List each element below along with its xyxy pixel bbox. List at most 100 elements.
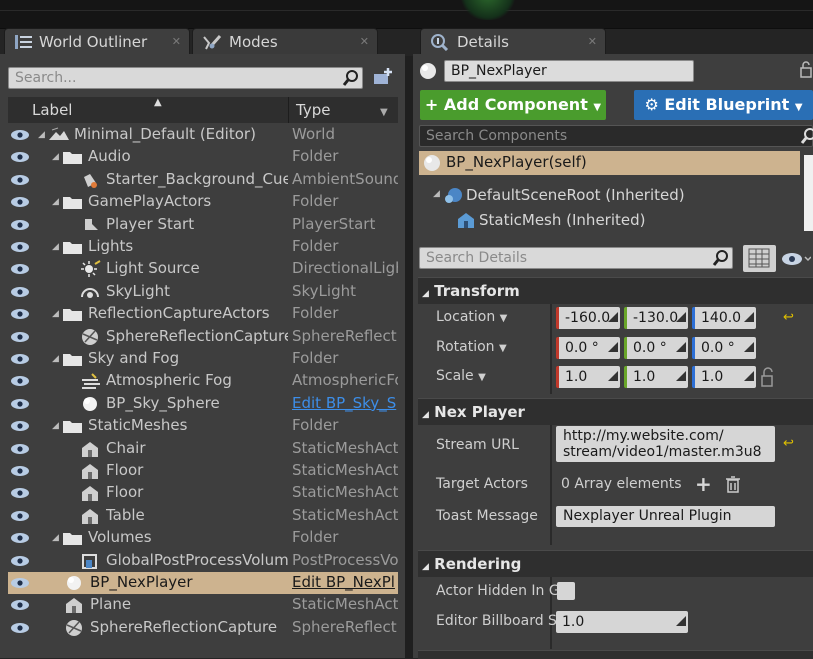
nex-player-section-header[interactable]: ◢ Nex Player xyxy=(418,398,813,425)
spin-icon[interactable] xyxy=(744,371,754,381)
spin-icon[interactable] xyxy=(608,371,618,381)
plus-icon[interactable]: + xyxy=(695,472,712,496)
outliner-row[interactable]: ◢ ReflectionCaptureActors Folder xyxy=(8,303,398,325)
reset-to-default-icon[interactable]: ↩ xyxy=(783,436,794,451)
expand-arrow-icon[interactable]: ◢ xyxy=(52,533,59,543)
actor-hidden-checkbox[interactable] xyxy=(557,582,575,600)
add-component-button[interactable]: + Add Component ▼ xyxy=(420,90,606,120)
visibility-eye-icon[interactable] xyxy=(10,307,32,321)
actor-name-field[interactable]: BP_NexPlayer xyxy=(444,60,694,82)
stream-url-field[interactable]: http://my.website.com/ stream/video1/mas… xyxy=(556,426,775,462)
location-y-field[interactable]: -130.0 xyxy=(624,307,688,329)
reset-to-default-icon[interactable]: ↩ xyxy=(783,310,794,325)
spin-icon[interactable] xyxy=(608,312,618,322)
visibility-eye-icon[interactable] xyxy=(10,374,32,388)
spin-icon[interactable] xyxy=(744,342,754,352)
visibility-eye-icon[interactable] xyxy=(10,554,32,568)
outliner-row[interactable]: Plane StaticMeshActo xyxy=(8,594,398,616)
expand-arrow-icon[interactable]: ◢ xyxy=(38,130,45,140)
close-icon[interactable]: ✕ xyxy=(172,35,181,48)
visibility-eye-icon[interactable] xyxy=(10,576,32,590)
rendering-section-header[interactable]: ◢ Rendering xyxy=(418,550,813,577)
outliner-row[interactable]: SphereReflectionCapture1 SphereReflectic xyxy=(8,326,398,348)
outliner-row[interactable]: SphereReflectionCapture SphereReflectic xyxy=(8,617,398,639)
visibility-eye-icon[interactable] xyxy=(10,150,32,164)
rotation-z-field[interactable]: 0.0 ° xyxy=(692,337,756,359)
lock-icon[interactable] xyxy=(799,60,813,78)
visibility-eye-icon[interactable] xyxy=(10,218,32,232)
spin-icon[interactable] xyxy=(676,616,686,626)
outliner-row[interactable]: BP_NexPlayer Edit BP_NexPl xyxy=(8,572,398,594)
column-label-header[interactable]: Label xyxy=(32,101,72,119)
visibility-eye-icon[interactable] xyxy=(10,195,32,209)
expand-arrow-icon[interactable]: ◢ xyxy=(52,152,59,162)
close-icon[interactable]: ✕ xyxy=(360,35,369,48)
visibility-eye-icon[interactable] xyxy=(10,128,32,142)
outliner-row[interactable]: ◢ Lights Folder xyxy=(8,236,398,258)
add-folder-icon[interactable] xyxy=(372,66,396,88)
edit-blueprint-link[interactable]: Edit BP_NexPl xyxy=(292,573,398,591)
visibility-eye-icon[interactable] xyxy=(10,262,32,276)
visibility-eye-icon[interactable] xyxy=(10,285,32,299)
scale-lock-icon[interactable] xyxy=(760,366,778,388)
tab-modes[interactable]: Modes ✕ xyxy=(192,28,378,54)
spin-icon[interactable] xyxy=(676,342,686,352)
outliner-search-input[interactable] xyxy=(8,67,363,89)
outliner-row[interactable]: Starter_Background_Cue AmbientSound xyxy=(8,169,398,191)
outliner-row[interactable]: SkyLight SkyLight xyxy=(8,281,398,303)
trash-icon[interactable] xyxy=(725,475,741,493)
visibility-eye-icon[interactable] xyxy=(10,173,32,187)
expand-arrow-icon[interactable]: ◢ xyxy=(433,189,440,199)
search-icon[interactable] xyxy=(712,249,730,267)
outliner-row[interactable]: Chair StaticMeshActo xyxy=(8,438,398,460)
visibility-eye-icon[interactable] xyxy=(10,330,32,344)
search-components-field[interactable] xyxy=(426,128,774,144)
tab-details[interactable]: Details ✕ xyxy=(420,28,606,54)
scale-label[interactable]: Scale ▼ xyxy=(436,368,486,384)
component-root-row[interactable]: ◢ DefaultSceneRoot (Inherited) xyxy=(419,184,800,208)
outliner-search-field[interactable] xyxy=(15,70,328,86)
filter-icon[interactable]: ▼ xyxy=(380,107,388,118)
outliner-row[interactable]: Player Start PlayerStart xyxy=(8,214,398,236)
visibility-eye-icon[interactable] xyxy=(10,240,32,254)
spin-icon[interactable] xyxy=(676,312,686,322)
visibility-eye-icon[interactable] xyxy=(10,531,32,545)
panel-splitter[interactable] xyxy=(405,56,413,658)
visibility-eye-icon[interactable] xyxy=(10,397,32,411)
property-matrix-button[interactable] xyxy=(743,245,776,272)
spin-icon[interactable] xyxy=(608,342,618,352)
outliner-row[interactable]: Table StaticMeshActo xyxy=(8,505,398,527)
location-z-field[interactable]: 140.0 xyxy=(692,307,756,329)
component-self-row[interactable]: BP_NexPlayer(self) xyxy=(419,151,800,175)
rotation-y-field[interactable]: 0.0 ° xyxy=(624,337,688,359)
outliner-row[interactable]: GlobalPostProcessVolume PostProcessVo xyxy=(8,550,398,572)
rotation-x-field[interactable]: 0.0 ° xyxy=(556,337,620,359)
visibility-eye-icon[interactable] xyxy=(10,442,32,456)
edit-blueprint-link[interactable]: Edit BP_Sky_S xyxy=(292,394,398,412)
expand-arrow-icon[interactable]: ◢ xyxy=(52,309,59,319)
search-details-field[interactable] xyxy=(426,250,702,266)
expand-arrow-icon[interactable]: ◢ xyxy=(52,242,59,252)
location-label[interactable]: Location ▼ xyxy=(436,309,507,325)
scale-y-field[interactable]: 1.0 xyxy=(624,366,688,388)
visibility-eye-icon[interactable] xyxy=(10,598,32,612)
visibility-eye-icon[interactable] xyxy=(10,419,32,433)
eye-icon[interactable] xyxy=(781,249,811,269)
outliner-row[interactable]: Floor StaticMeshActo xyxy=(8,460,398,482)
outliner-row[interactable]: ◢ Minimal_Default (Editor) World xyxy=(8,124,398,146)
spin-icon[interactable] xyxy=(676,371,686,381)
visibility-eye-icon[interactable] xyxy=(10,352,32,366)
outliner-row[interactable]: ◢ Sky and Fog Folder xyxy=(8,348,398,370)
outliner-row[interactable]: Floor StaticMeshActo xyxy=(8,482,398,504)
spin-icon[interactable] xyxy=(744,312,754,322)
editor-billboard-field[interactable]: 1.0 xyxy=(556,611,688,633)
scale-z-field[interactable]: 1.0 xyxy=(692,366,756,388)
tab-world-outliner[interactable]: World Outliner ✕ xyxy=(4,28,190,54)
outliner-row[interactable]: Light Source DirectionalLigh xyxy=(8,258,398,280)
toast-message-field[interactable]: Nexplayer Unreal Plugin xyxy=(556,506,775,527)
visibility-eye-icon[interactable] xyxy=(10,486,32,500)
visibility-eye-icon[interactable] xyxy=(10,509,32,523)
search-icon[interactable] xyxy=(800,127,813,145)
outliner-row[interactable]: ◢ GamePlayActors Folder xyxy=(8,191,398,213)
outliner-row[interactable]: Atmospheric Fog AtmosphericFo xyxy=(8,370,398,392)
